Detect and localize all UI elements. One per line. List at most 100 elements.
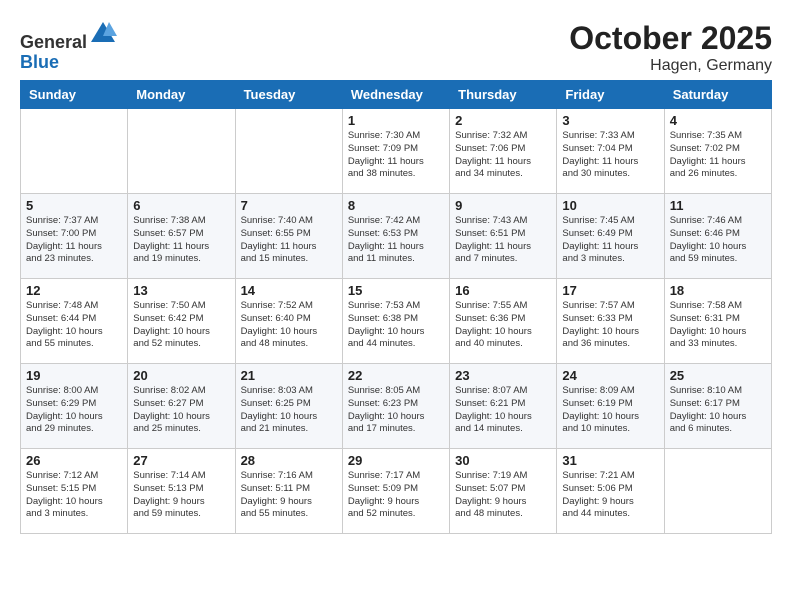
week-row-4: 19 Sunrise: 8:00 AMSunset: 6:29 PMDayligh…	[21, 364, 772, 449]
day-info: Sunrise: 8:03 AMSunset: 6:25 PMDaylight:…	[241, 385, 337, 436]
day-info: Sunrise: 7:12 AMSunset: 5:15 PMDaylight:…	[26, 470, 122, 521]
day-info: Sunrise: 8:05 AMSunset: 6:23 PMDaylight:…	[348, 385, 444, 436]
day-number: 14	[241, 283, 337, 298]
day-cell: 7 Sunrise: 7:40 AMSunset: 6:55 PMDaylight…	[235, 194, 342, 279]
day-info: Sunrise: 7:37 AMSunset: 7:00 PMDaylight:…	[26, 215, 122, 266]
day-number: 6	[133, 198, 229, 213]
col-header-monday: Monday	[128, 81, 235, 109]
day-number: 20	[133, 368, 229, 383]
day-number: 11	[670, 198, 766, 213]
day-cell: 28 Sunrise: 7:16 AMSunset: 5:11 PMDayligh…	[235, 449, 342, 534]
day-cell: 20Sunrise: 8:02 AMSunset: 6:27 PMDayligh…	[128, 364, 235, 449]
day-cell	[235, 109, 342, 194]
day-number: 12	[26, 283, 122, 298]
day-info: Sunrise: 7:17 AMSunset: 5:09 PMDaylight:…	[348, 470, 444, 521]
day-cell: 22 Sunrise: 8:05 AMSunset: 6:23 PMDayligh…	[342, 364, 449, 449]
week-row-1: 1 Sunrise: 7:30 AMSunset: 7:09 PMDaylight…	[21, 109, 772, 194]
col-header-saturday: Saturday	[664, 81, 771, 109]
day-cell: 21 Sunrise: 8:03 AMSunset: 6:25 PMDayligh…	[235, 364, 342, 449]
day-number: 8	[348, 198, 444, 213]
calendar-table: SundayMondayTuesdayWednesdayThursdayFrid…	[20, 80, 772, 534]
day-cell: 25 Sunrise: 8:10 AMSunset: 6:17 PMDayligh…	[664, 364, 771, 449]
day-cell: 6 Sunrise: 7:38 AMSunset: 6:57 PMDaylight…	[128, 194, 235, 279]
day-cell: 13 Sunrise: 7:50 AMSunset: 6:42 PMDayligh…	[128, 279, 235, 364]
title-block: October 2025 Hagen, Germany	[569, 20, 772, 75]
calendar-header-row: SundayMondayTuesdayWednesdayThursdayFrid…	[21, 81, 772, 109]
day-info: Sunrise: 8:10 AMSunset: 6:17 PMDaylight:…	[670, 385, 766, 436]
day-cell: 5 Sunrise: 7:37 AMSunset: 7:00 PMDaylight…	[21, 194, 128, 279]
day-info: Sunrise: 7:45 AMSunset: 6:49 PMDaylight:…	[562, 215, 658, 266]
day-info: Sunrise: 8:00 AMSunset: 6:29 PMDaylight:…	[26, 385, 122, 436]
day-cell	[21, 109, 128, 194]
day-cell: 26 Sunrise: 7:12 AMSunset: 5:15 PMDayligh…	[21, 449, 128, 534]
day-cell: 4 Sunrise: 7:35 AMSunset: 7:02 PMDaylight…	[664, 109, 771, 194]
day-number: 21	[241, 368, 337, 383]
col-header-sunday: Sunday	[21, 81, 128, 109]
day-info: Sunrise: 7:30 AMSunset: 7:09 PMDaylight:…	[348, 130, 444, 181]
day-number: 22	[348, 368, 444, 383]
day-number: 13	[133, 283, 229, 298]
day-info: Sunrise: 7:48 AMSunset: 6:44 PMDaylight:…	[26, 300, 122, 351]
day-number: 7	[241, 198, 337, 213]
day-cell	[128, 109, 235, 194]
day-number: 23	[455, 368, 551, 383]
day-cell: 29 Sunrise: 7:17 AMSunset: 5:09 PMDayligh…	[342, 449, 449, 534]
day-info: Sunrise: 7:46 AMSunset: 6:46 PMDaylight:…	[670, 215, 766, 266]
day-number: 3	[562, 113, 658, 128]
day-number: 28	[241, 453, 337, 468]
day-info: Sunrise: 7:52 AMSunset: 6:40 PMDaylight:…	[241, 300, 337, 351]
day-number: 10	[562, 198, 658, 213]
day-info: Sunrise: 7:35 AMSunset: 7:02 PMDaylight:…	[670, 130, 766, 181]
day-cell: 2Sunrise: 7:32 AMSunset: 7:06 PMDaylight…	[450, 109, 557, 194]
day-number: 9	[455, 198, 551, 213]
day-info: Sunrise: 8:07 AMSunset: 6:21 PMDaylight:…	[455, 385, 551, 436]
day-number: 31	[562, 453, 658, 468]
logo-general: General	[20, 32, 87, 52]
day-cell: 12 Sunrise: 7:48 AMSunset: 6:44 PMDayligh…	[21, 279, 128, 364]
day-cell: 8Sunrise: 7:42 AMSunset: 6:53 PMDaylight…	[342, 194, 449, 279]
day-number: 19	[26, 368, 122, 383]
day-info: Sunrise: 7:14 AMSunset: 5:13 PMDaylight:…	[133, 470, 229, 521]
day-number: 17	[562, 283, 658, 298]
day-cell: 31Sunrise: 7:21 AMSunset: 5:06 PMDayligh…	[557, 449, 664, 534]
month-title: October 2025	[569, 20, 772, 57]
col-header-wednesday: Wednesday	[342, 81, 449, 109]
day-number: 26	[26, 453, 122, 468]
day-number: 4	[670, 113, 766, 128]
day-info: Sunrise: 7:38 AMSunset: 6:57 PMDaylight:…	[133, 215, 229, 266]
day-info: Sunrise: 7:55 AMSunset: 6:36 PMDaylight:…	[455, 300, 551, 351]
day-number: 16	[455, 283, 551, 298]
day-cell: 24Sunrise: 8:09 AMSunset: 6:19 PMDayligh…	[557, 364, 664, 449]
day-number: 1	[348, 113, 444, 128]
day-number: 24	[562, 368, 658, 383]
location: Hagen, Germany	[569, 57, 772, 75]
day-cell: 19 Sunrise: 8:00 AMSunset: 6:29 PMDayligh…	[21, 364, 128, 449]
page-header: General Blue October 2025 Hagen, Germany	[10, 10, 782, 80]
logo: General Blue	[20, 20, 117, 73]
day-number: 25	[670, 368, 766, 383]
day-cell: 10 Sunrise: 7:45 AMSunset: 6:49 PMDayligh…	[557, 194, 664, 279]
day-info: Sunrise: 7:58 AMSunset: 6:31 PMDaylight:…	[670, 300, 766, 351]
day-cell: 17 Sunrise: 7:57 AMSunset: 6:33 PMDayligh…	[557, 279, 664, 364]
day-cell: 14 Sunrise: 7:52 AMSunset: 6:40 PMDayligh…	[235, 279, 342, 364]
day-number: 2	[455, 113, 551, 128]
day-number: 27	[133, 453, 229, 468]
day-cell: 23 Sunrise: 8:07 AMSunset: 6:21 PMDayligh…	[450, 364, 557, 449]
day-info: Sunrise: 7:16 AMSunset: 5:11 PMDaylight:…	[241, 470, 337, 521]
day-cell: 3Sunrise: 7:33 AMSunset: 7:04 PMDaylight…	[557, 109, 664, 194]
col-header-tuesday: Tuesday	[235, 81, 342, 109]
day-cell	[664, 449, 771, 534]
day-cell: 11 Sunrise: 7:46 AMSunset: 6:46 PMDayligh…	[664, 194, 771, 279]
day-info: Sunrise: 7:40 AMSunset: 6:55 PMDaylight:…	[241, 215, 337, 266]
col-header-thursday: Thursday	[450, 81, 557, 109]
day-info: Sunrise: 7:57 AMSunset: 6:33 PMDaylight:…	[562, 300, 658, 351]
day-number: 5	[26, 198, 122, 213]
day-cell: 15Sunrise: 7:53 AMSunset: 6:38 PMDayligh…	[342, 279, 449, 364]
day-cell: 1 Sunrise: 7:30 AMSunset: 7:09 PMDaylight…	[342, 109, 449, 194]
day-number: 30	[455, 453, 551, 468]
day-number: 29	[348, 453, 444, 468]
day-number: 18	[670, 283, 766, 298]
day-number: 15	[348, 283, 444, 298]
day-info: Sunrise: 7:50 AMSunset: 6:42 PMDaylight:…	[133, 300, 229, 351]
day-cell: 16 Sunrise: 7:55 AMSunset: 6:36 PMDayligh…	[450, 279, 557, 364]
